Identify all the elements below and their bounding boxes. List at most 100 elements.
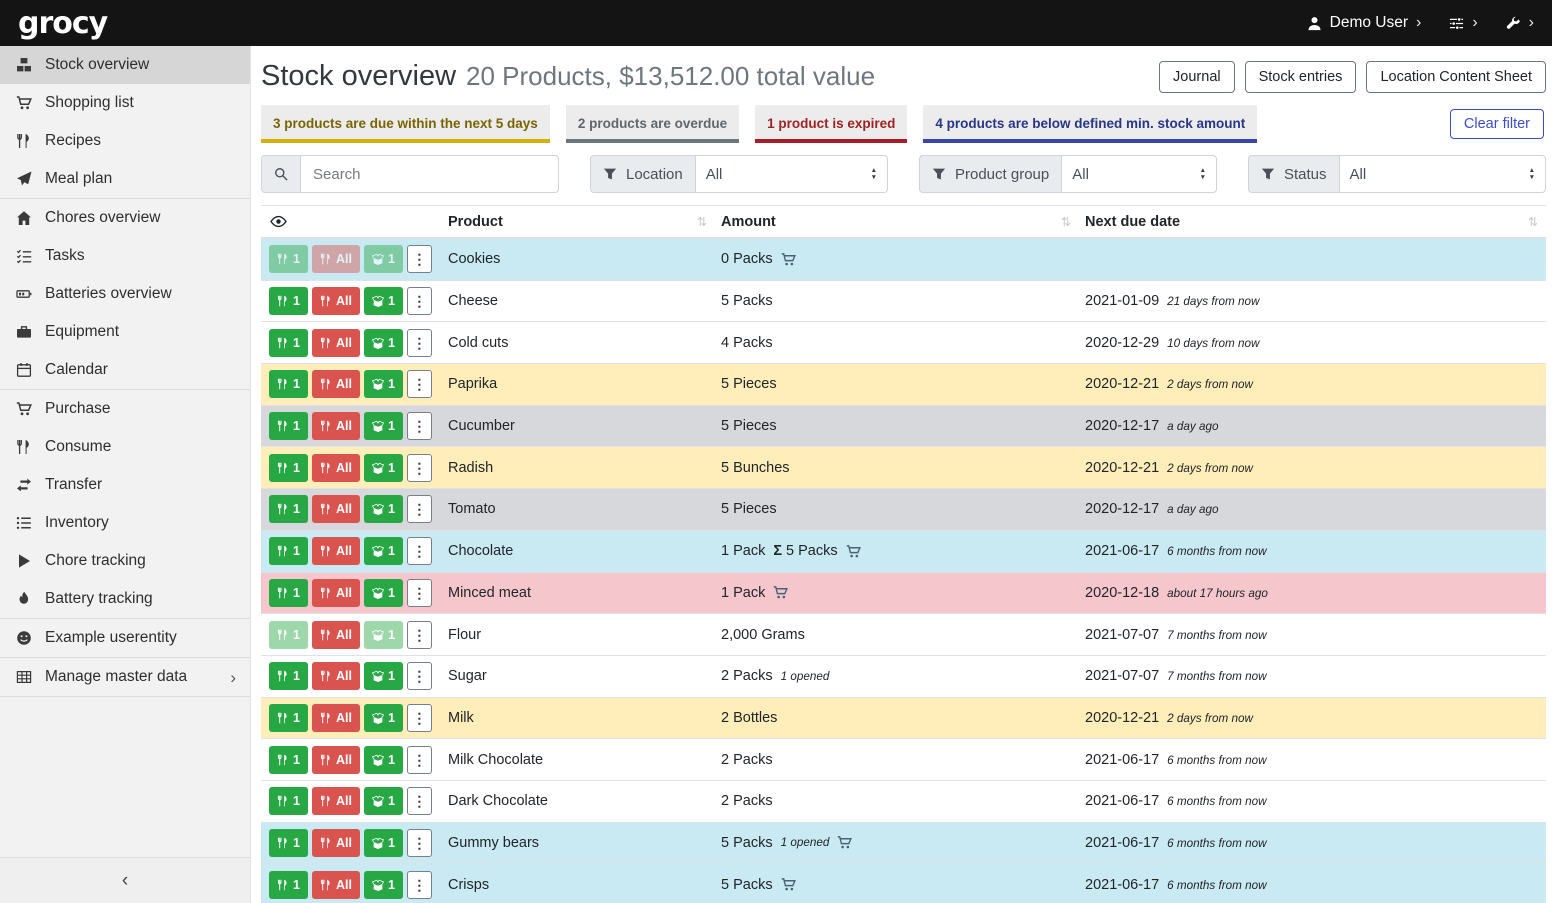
- sidebar-item-shopping-list[interactable]: Shopping list: [0, 84, 250, 122]
- toggle-visibility-eye-icon[interactable]: [261, 213, 448, 230]
- consume-all-button[interactable]: All: [312, 412, 360, 440]
- sidebar-item-chore-tracking[interactable]: Chore tracking: [0, 542, 250, 580]
- open-one-button[interactable]: 1: [364, 329, 403, 357]
- sidebar-item-transfer[interactable]: Transfer: [0, 466, 250, 504]
- location-filter-select[interactable]: All ▲▼: [695, 155, 888, 193]
- consume-all-button[interactable]: All: [312, 579, 360, 607]
- row-menu-button[interactable]: ⋮: [407, 746, 432, 774]
- open-one-button[interactable]: 1: [364, 495, 403, 523]
- row-menu-button[interactable]: ⋮: [407, 495, 432, 523]
- consume-one-button[interactable]: 1: [269, 454, 308, 482]
- consume-all-button[interactable]: All: [312, 621, 360, 649]
- consume-one-button[interactable]: 1: [269, 787, 308, 815]
- sidebar-item-inventory[interactable]: Inventory: [0, 504, 250, 542]
- cart-icon[interactable]: [846, 544, 861, 559]
- grocy-logo[interactable]: grocy: [18, 6, 107, 41]
- consume-all-button[interactable]: All: [312, 787, 360, 815]
- stock-entries-button[interactable]: Stock entries: [1245, 61, 1357, 93]
- row-menu-button[interactable]: ⋮: [407, 829, 432, 857]
- sidebar-item-manage-master-data[interactable]: Manage master data›: [0, 658, 250, 697]
- cart-icon[interactable]: [781, 877, 796, 892]
- consume-one-button[interactable]: 1: [269, 871, 308, 899]
- search-input[interactable]: [300, 155, 559, 193]
- row-menu-button[interactable]: ⋮: [407, 704, 432, 732]
- row-menu-button[interactable]: ⋮: [407, 245, 432, 273]
- consume-one-button[interactable]: 1: [269, 704, 308, 732]
- consume-all-button[interactable]: All: [312, 245, 360, 273]
- row-menu-button[interactable]: ⋮: [407, 871, 432, 899]
- row-menu-button[interactable]: ⋮: [407, 329, 432, 357]
- open-one-button[interactable]: 1: [364, 579, 403, 607]
- open-one-button[interactable]: 1: [364, 787, 403, 815]
- consume-all-button[interactable]: All: [312, 746, 360, 774]
- cart-icon[interactable]: [781, 252, 796, 267]
- open-one-button[interactable]: 1: [364, 245, 403, 273]
- open-one-button[interactable]: 1: [364, 412, 403, 440]
- consume-all-button[interactable]: All: [312, 370, 360, 398]
- clear-filter-button[interactable]: Clear filter: [1450, 109, 1544, 139]
- row-menu-button[interactable]: ⋮: [407, 621, 432, 649]
- row-menu-button[interactable]: ⋮: [407, 370, 432, 398]
- cart-icon[interactable]: [773, 585, 788, 600]
- consume-all-button[interactable]: All: [312, 537, 360, 565]
- sidebar-item-stock-overview[interactable]: Stock overview: [0, 46, 250, 84]
- consume-all-button[interactable]: All: [312, 662, 360, 690]
- consume-one-button[interactable]: 1: [269, 537, 308, 565]
- open-one-button[interactable]: 1: [364, 370, 403, 398]
- row-menu-button[interactable]: ⋮: [407, 787, 432, 815]
- consume-one-button[interactable]: 1: [269, 579, 308, 607]
- consume-all-button[interactable]: All: [312, 871, 360, 899]
- consume-one-button[interactable]: 1: [269, 287, 308, 315]
- open-one-button[interactable]: 1: [364, 662, 403, 690]
- sidebar-item-recipes[interactable]: Recipes: [0, 122, 250, 160]
- consume-all-button[interactable]: All: [312, 454, 360, 482]
- amount-column-header[interactable]: Amount⇅: [721, 214, 1085, 230]
- open-one-button[interactable]: 1: [364, 621, 403, 649]
- row-menu-button[interactable]: ⋮: [407, 537, 432, 565]
- user-menu[interactable]: Demo User ›: [1307, 14, 1422, 32]
- open-one-button[interactable]: 1: [364, 287, 403, 315]
- open-one-button[interactable]: 1: [364, 537, 403, 565]
- open-one-button[interactable]: 1: [364, 829, 403, 857]
- product-group-filter-select[interactable]: All ▲▼: [1061, 155, 1217, 193]
- consume-all-button[interactable]: All: [312, 829, 360, 857]
- sidebar-item-purchase[interactable]: Purchase: [0, 390, 250, 428]
- sidebar-item-equipment[interactable]: Equipment: [0, 313, 250, 351]
- consume-one-button[interactable]: 1: [269, 329, 308, 357]
- consume-all-button[interactable]: All: [312, 495, 360, 523]
- row-menu-button[interactable]: ⋮: [407, 454, 432, 482]
- consume-one-button[interactable]: 1: [269, 495, 308, 523]
- open-one-button[interactable]: 1: [364, 871, 403, 899]
- consume-one-button[interactable]: 1: [269, 662, 308, 690]
- overdue-banner[interactable]: 2 products are overdue: [566, 105, 739, 143]
- journal-button[interactable]: Journal: [1159, 61, 1235, 93]
- next-due-date-column-header[interactable]: Next due date⇅: [1085, 214, 1546, 230]
- consume-one-button[interactable]: 1: [269, 621, 308, 649]
- sidebar-item-example-userentity[interactable]: Example userentity: [0, 619, 250, 658]
- consume-all-button[interactable]: All: [312, 287, 360, 315]
- consume-one-button[interactable]: 1: [269, 746, 308, 774]
- cart-icon[interactable]: [837, 835, 852, 850]
- consume-one-button[interactable]: 1: [269, 245, 308, 273]
- row-menu-button[interactable]: ⋮: [407, 287, 432, 315]
- product-column-header[interactable]: Product⇅: [448, 214, 721, 230]
- sidebar-item-tasks[interactable]: Tasks: [0, 237, 250, 275]
- open-one-button[interactable]: 1: [364, 704, 403, 732]
- sidebar-item-batteries-overview[interactable]: Batteries overview: [0, 275, 250, 313]
- consume-all-button[interactable]: All: [312, 329, 360, 357]
- below-min-stock-banner[interactable]: 4 products are below defined min. stock …: [923, 105, 1257, 143]
- consume-one-button[interactable]: 1: [269, 829, 308, 857]
- settings-menu[interactable]: ›: [1449, 15, 1477, 31]
- sidebar-collapse-button[interactable]: ‹: [0, 857, 250, 903]
- row-menu-button[interactable]: ⋮: [407, 579, 432, 607]
- sidebar-item-chores-overview[interactable]: Chores overview: [0, 199, 250, 237]
- consume-all-button[interactable]: All: [312, 704, 360, 732]
- row-menu-button[interactable]: ⋮: [407, 412, 432, 440]
- row-menu-button[interactable]: ⋮: [407, 662, 432, 690]
- sidebar-item-meal-plan[interactable]: Meal plan: [0, 160, 250, 199]
- due-soon-banner[interactable]: 3 products are due within the next 5 day…: [261, 105, 550, 143]
- consume-one-button[interactable]: 1: [269, 412, 308, 440]
- expired-banner[interactable]: 1 product is expired: [755, 105, 907, 143]
- admin-menu[interactable]: ›: [1506, 15, 1534, 31]
- open-one-button[interactable]: 1: [364, 454, 403, 482]
